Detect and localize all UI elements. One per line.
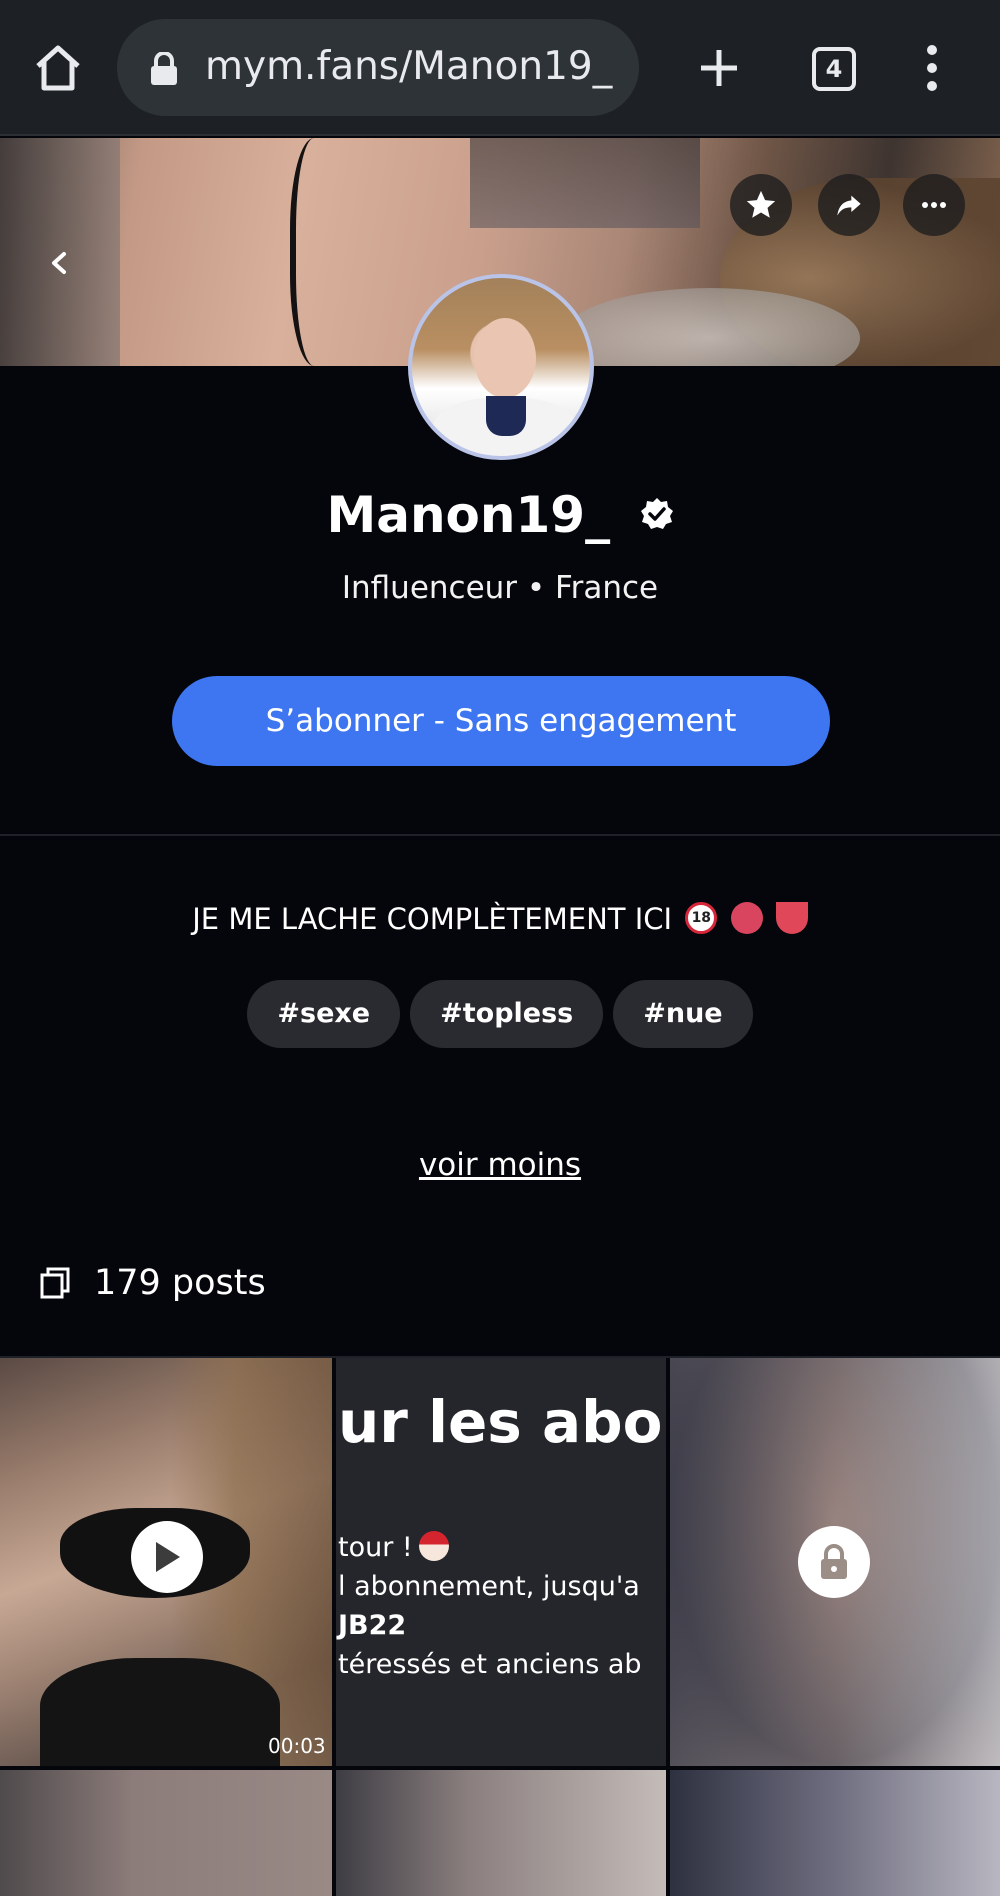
share-icon bbox=[837, 195, 861, 216]
post-tile-video[interactable]: 00:03 bbox=[0, 1358, 332, 1766]
tongue-emoji bbox=[775, 902, 808, 934]
more-options-button[interactable] bbox=[903, 174, 965, 236]
video-duration: 00:03 bbox=[268, 1734, 326, 1758]
address-bar[interactable]: mym.fans/Manon19_ bbox=[117, 19, 639, 116]
play-button[interactable] bbox=[131, 1521, 203, 1593]
share-button[interactable] bbox=[818, 174, 880, 236]
promo-line: l abonnement, jusqu'a bbox=[338, 1571, 640, 1602]
post-tile-locked[interactable] bbox=[670, 1358, 1000, 1766]
verified-icon bbox=[640, 497, 673, 529]
see-less-link[interactable]: voir moins bbox=[0, 1142, 1000, 1188]
profile-subtitle: Influenceur • France bbox=[341, 570, 659, 606]
post-tile-promo[interactable]: ur les abo tour ! l abonnement, jusqu'a … bbox=[336, 1358, 666, 1766]
divider bbox=[0, 834, 1000, 836]
play-icon bbox=[156, 1542, 180, 1572]
hashtag-list: #sexe #topless #nue bbox=[0, 980, 1000, 1048]
avatar[interactable] bbox=[408, 274, 594, 460]
favorite-button[interactable] bbox=[730, 174, 792, 236]
lock-icon bbox=[151, 52, 177, 85]
post-tile[interactable] bbox=[670, 1770, 1000, 1896]
promo-line: tour ! bbox=[338, 1530, 449, 1563]
padlock-icon bbox=[821, 1544, 847, 1579]
promo-headline: ur les abo bbox=[338, 1388, 663, 1456]
back-chevron-icon[interactable] bbox=[38, 238, 78, 288]
promo-line: JB22 bbox=[338, 1610, 407, 1641]
subscribe-button[interactable]: S’abonner - Sans engagement bbox=[172, 676, 830, 766]
unlock-button[interactable] bbox=[798, 1526, 870, 1598]
home-icon[interactable] bbox=[30, 40, 86, 96]
bio-text: JE ME LACHE COMPLÈTEMENT ICI bbox=[192, 902, 673, 936]
url-text: mym.fans/Manon19_ bbox=[205, 45, 613, 89]
more-icon bbox=[922, 202, 946, 208]
santa-emoji bbox=[418, 1530, 449, 1561]
tabs-button[interactable]: 4 bbox=[812, 47, 856, 91]
posts-icon bbox=[40, 1267, 70, 1299]
promo-line: téressés et anciens ab bbox=[338, 1649, 642, 1680]
hashtag-chip[interactable]: #topless bbox=[410, 980, 604, 1048]
posts-count: 179 posts bbox=[94, 1263, 266, 1303]
plus-icon[interactable] bbox=[694, 40, 744, 96]
devil-face-emoji bbox=[730, 902, 763, 934]
page: mym.fans/Manon19_ 4 Manon19_ Influenceur… bbox=[0, 0, 1000, 1896]
post-tile[interactable] bbox=[0, 1770, 332, 1896]
post-tile[interactable] bbox=[336, 1770, 666, 1896]
hashtag-chip[interactable]: #nue bbox=[613, 980, 753, 1048]
hashtag-chip[interactable]: #sexe bbox=[247, 980, 401, 1048]
bio: JE ME LACHE COMPLÈTEMENT ICI 18 bbox=[0, 896, 1000, 942]
star-icon bbox=[746, 190, 776, 218]
no-under-18-emoji: 18 bbox=[685, 902, 718, 934]
profile-name: Manon19_ bbox=[326, 486, 611, 544]
kebab-menu-icon[interactable] bbox=[918, 44, 946, 92]
posts-header: 179 posts bbox=[40, 1258, 266, 1308]
profile-name-row: Manon19_ bbox=[0, 482, 1000, 548]
browser-toolbar: mym.fans/Manon19_ 4 bbox=[0, 0, 1000, 136]
